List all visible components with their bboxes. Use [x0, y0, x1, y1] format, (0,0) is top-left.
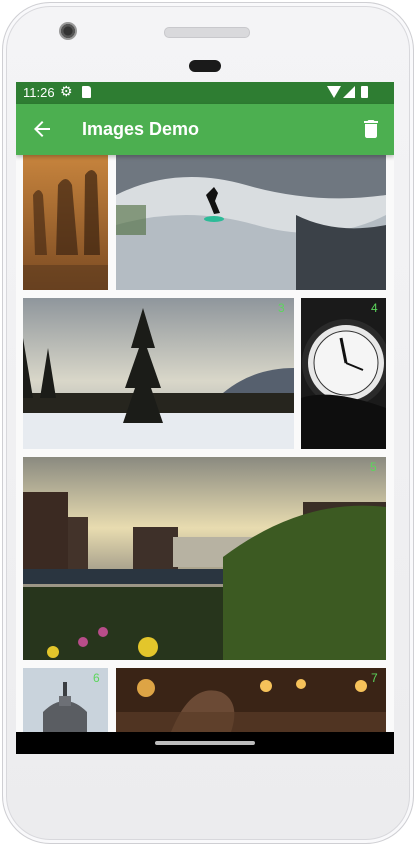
image-number: 5: [370, 460, 377, 474]
image-tile[interactable]: [116, 155, 386, 290]
earpiece-speaker: [164, 27, 250, 38]
proximity-sensor: [189, 60, 221, 72]
status-time: 11:26: [23, 85, 55, 100]
image-tile[interactable]: 4: [301, 298, 386, 449]
image-grid: 3 4 5 6 7: [16, 155, 394, 732]
image-tile[interactable]: 3: [23, 298, 294, 449]
page-title: Images Demo: [82, 119, 200, 139]
image-number: 4: [371, 301, 378, 315]
navigation-bar: [16, 732, 394, 754]
image-tile[interactable]: 5: [23, 457, 386, 660]
image-tile[interactable]: 6: [23, 668, 108, 732]
image-number: 7: [371, 671, 378, 685]
sd-card-icon: [82, 86, 91, 98]
delete-icon[interactable]: [359, 117, 383, 141]
home-gesture-handle[interactable]: [155, 741, 255, 745]
status-bar: 11:26 ⚙: [16, 82, 394, 104]
signal-icon: [343, 86, 355, 98]
battery-icon: [361, 86, 368, 98]
image-tile[interactable]: [23, 155, 108, 290]
image-number: 6: [93, 671, 100, 685]
image-tile[interactable]: 7: [116, 668, 386, 732]
phone-device: 11:26 ⚙ Images Demo 3 4 5 6 7: [0, 0, 414, 844]
wifi-icon: [327, 86, 341, 98]
image-number: 3: [278, 301, 285, 315]
front-camera: [59, 22, 77, 40]
app-bar: Images Demo: [16, 104, 394, 155]
screen: 11:26 ⚙ Images Demo 3 4 5 6 7: [16, 82, 394, 754]
arrow-back-icon[interactable]: [30, 117, 54, 141]
settings-gear-icon: ⚙: [60, 83, 73, 99]
